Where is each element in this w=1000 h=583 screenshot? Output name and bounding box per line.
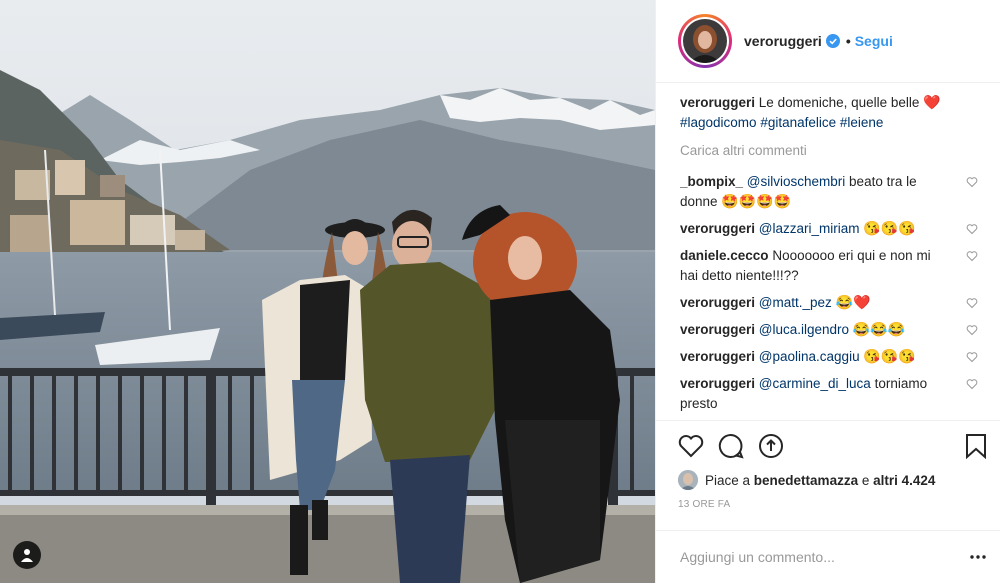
lake-como-photo [0,0,655,583]
comment-item: veroruggeri @paolina.caggiu 😘😘😘 [680,347,980,367]
verified-badge-icon [825,34,840,48]
instagram-post: veroruggeri • Segui veroruggeri Le domen… [0,0,1000,583]
comments-list[interactable]: veroruggeri Le domeniche, quelle belle ❤… [680,93,980,415]
comment-emoji: 😘😘😘 [863,220,916,236]
post-caption: veroruggeri Le domeniche, quelle belle ❤… [680,93,980,133]
load-more-comments-button[interactable]: Carica altri commenti [680,141,980,161]
comment-like-icon[interactable] [966,248,978,268]
post-timestamp[interactable]: 13 ORE FA [678,499,987,510]
avatar[interactable] [678,14,732,68]
comment-username[interactable]: daniele.cecco [680,248,769,263]
likes-summary: Piace a benedettamazza e altri 4.424 [678,470,987,490]
header-separator: • [845,33,851,49]
comment-emoji: 😂😂😂 [852,321,906,337]
comment-username[interactable]: veroruggeri [680,349,755,364]
comment-input[interactable] [680,549,969,565]
follow-button[interactable]: Segui [855,33,893,49]
hashtag-link[interactable]: #lagodicomo [680,115,757,130]
comment-item: veroruggeri @lazzari_miriam 😘😘😘 [680,219,980,239]
user-tag-icon [21,549,33,562]
likes-count[interactable]: altri 4.424 [873,473,935,488]
post-actions: Piace a benedettamazza e altri 4.424 13 … [656,420,1000,510]
comment-mention[interactable]: @matt._pez [759,295,832,310]
comment-like-icon[interactable] [966,295,978,315]
comment-like-icon[interactable] [966,174,978,194]
heart-icon[interactable] [678,434,704,458]
comment-emoji: 🤩🤩🤩🤩 [721,193,792,209]
comment-like-icon[interactable] [966,349,978,369]
hashtag-link[interactable]: #leiene [840,115,884,130]
comment-item: veroruggeri @carmine_di_luca torniamo pr… [680,374,980,414]
comment-mention[interactable]: @lazzari_miriam [759,221,860,236]
comment-username[interactable]: veroruggeri [680,376,755,391]
bookmark-icon[interactable] [965,433,987,459]
comment-mention[interactable]: @silvioschembri [747,174,845,189]
caption-text: Le domeniche, quelle belle [758,95,920,110]
comment-like-icon[interactable] [966,376,978,396]
comment-mention[interactable]: @paolina.caggiu [759,349,860,364]
liker-avatar[interactable] [678,470,698,490]
comment-icon[interactable] [718,433,744,459]
caption-emoji: ❤️ [923,94,941,110]
likes-prefix: Piace a [705,472,751,488]
comment-emoji: 😂❤️ [835,294,871,310]
user-tag-button[interactable] [13,541,41,569]
header-username[interactable]: veroruggeri [744,33,822,49]
comment-username[interactable]: veroruggeri [680,295,755,310]
comment-username[interactable]: veroruggeri [680,221,755,236]
add-comment-bar [656,530,1000,583]
post-photo[interactable] [0,0,655,583]
comment-like-icon[interactable] [966,322,978,342]
post-header: veroruggeri • Segui [656,0,1000,83]
comment-item: veroruggeri @matt._pez 😂❤️ [680,293,980,313]
post-side-panel: veroruggeri • Segui veroruggeri Le domen… [655,0,1000,583]
hashtag-link[interactable]: #gitanafelice [760,115,836,130]
likes-connector: e [861,472,870,488]
comment-item: daniele.cecco Nooooooo eri qui e non mi … [680,246,980,286]
comment-username[interactable]: _bompix_ [680,174,743,189]
caption-username[interactable]: veroruggeri [680,95,755,110]
more-options-icon[interactable] [969,554,987,560]
avatar-image [683,19,727,63]
comment-mention[interactable]: @luca.ilgendro [759,322,849,337]
comment-mention[interactable]: @carmine_di_luca [759,376,871,391]
comment-username[interactable]: veroruggeri [680,322,755,337]
comment-item: _bompix_ @silvioschembri beato tra le do… [680,172,980,212]
comment-emoji: 😘😘😘 [863,348,916,364]
share-icon[interactable] [758,433,784,459]
action-icons-row [678,431,987,461]
comment-like-icon[interactable] [966,221,978,241]
liker-username[interactable]: benedettamazza [754,473,858,488]
comment-item: veroruggeri @luca.ilgendro 😂😂😂 [680,320,980,340]
